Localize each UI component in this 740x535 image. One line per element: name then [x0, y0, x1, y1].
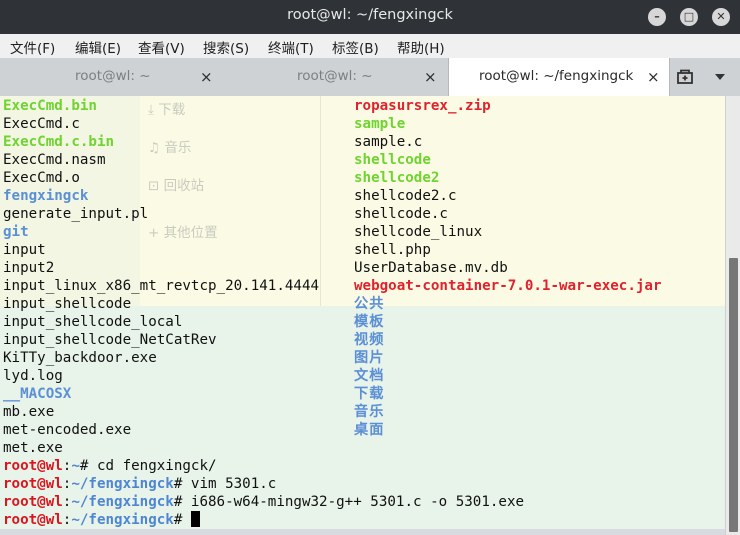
tab-close-icon[interactable]: ×	[424, 68, 437, 86]
prompt-command: vim 5301.c	[182, 476, 277, 492]
tab-3-active[interactable]: root@wl: ~/fengxingck ×	[448, 58, 670, 97]
ls-entry: 模板	[354, 314, 385, 330]
ls-entry: 音乐	[354, 404, 385, 420]
ls-entry: ExecCmd.bin	[3, 98, 97, 114]
ls-entry: input_shellcode	[3, 296, 132, 312]
prompt-path: ~	[71, 458, 80, 474]
ls-entry: 图片	[354, 350, 385, 366]
background-divider	[320, 96, 321, 306]
ls-entry: ExecCmd.c	[3, 116, 80, 132]
prompt-user: root@wl	[3, 458, 63, 474]
ls-entry: shellcode_linux	[354, 224, 483, 240]
tab-bar: root@wl: ~ × root@wl: ~ × root@wl: ~/fen…	[0, 58, 740, 97]
ls-entry: git	[3, 224, 29, 240]
ls-entry: UserDatabase.mv.db	[354, 260, 508, 276]
ghost-sidebar-item: + 其他位置	[148, 225, 218, 241]
tab-2[interactable]: root@wl: ~ ×	[224, 58, 448, 96]
prompt-command	[182, 512, 191, 528]
scrollbar-thumb[interactable]	[729, 258, 738, 532]
prompt-path: ~/fengxingck	[71, 476, 174, 492]
ls-entry: met.exe	[3, 440, 63, 456]
ls-entry: ropasursrex_.zip	[354, 98, 491, 114]
prompt-command: i686-w64-mingw32-g++ 5301.c -o 5301.exe	[182, 494, 525, 510]
menu-terminal[interactable]: 终端(T)	[268, 37, 314, 57]
ls-entry: 桌面	[354, 422, 385, 438]
tab-1[interactable]: root@wl: ~ ×	[0, 58, 224, 96]
ls-entry: 下载	[354, 386, 385, 402]
ls-entry: fengxingck	[3, 188, 89, 204]
ls-entry: sample.c	[354, 134, 423, 150]
menu-bar: 文件(F) 编辑(E) 查看(V) 搜索(S) 终端(T) 标签(B) 帮助(H…	[0, 34, 740, 59]
tab-label: root@wl: ~/fengxingck	[479, 68, 634, 84]
ls-entry: sample	[354, 116, 406, 132]
prompt-path: ~/fengxingck	[71, 494, 174, 510]
menu-search[interactable]: 搜索(S)	[203, 37, 249, 57]
terminal-output[interactable]: ⤓ 下载 ♫ 音乐 ⊡ 回收站 + 其他位置 ExecCmd.bin ExecC…	[0, 96, 725, 529]
ls-entry: mb.exe	[3, 404, 55, 420]
prompt-user: root@wl	[3, 476, 63, 492]
tab-close-icon[interactable]: ×	[647, 68, 660, 86]
tab-label: root@wl: ~	[297, 68, 373, 84]
minimize-icon[interactable]: –	[648, 8, 666, 26]
ls-entry: shell.php	[354, 242, 431, 258]
ls-entry: input_shellcode_NetCatRev	[3, 332, 217, 348]
prompt-path: ~/fengxingck	[71, 512, 174, 528]
ls-entry: input	[3, 242, 46, 258]
text-cursor	[190, 511, 200, 527]
ls-entry: input2	[3, 260, 55, 276]
window-titlebar: root@wl: ~/fengxingck – □ ✕	[0, 0, 740, 34]
prompt-line: root@wl:~# cd fengxingck/	[3, 457, 217, 475]
menu-file[interactable]: 文件(F)	[10, 37, 55, 57]
menu-help[interactable]: 帮助(H)	[397, 37, 445, 57]
ls-entry: KiTTy_backdoor.exe	[3, 350, 157, 366]
ls-entry: met-encoded.exe	[3, 422, 132, 438]
maximize-icon[interactable]: □	[680, 8, 698, 26]
tab-label: root@wl: ~	[75, 68, 151, 84]
ls-entry: webgoat-container-7.0.1-war-exec.jar	[354, 278, 662, 294]
prompt-line-current[interactable]: root@wl:~/fengxingck#	[3, 511, 200, 529]
dropdown-icon[interactable]	[714, 73, 726, 81]
ls-entry: ExecCmd.c.bin	[3, 134, 115, 150]
ghost-sidebar-item: ⤓ 下载	[148, 102, 186, 118]
prompt-user: root@wl	[3, 512, 63, 528]
tab-close-icon[interactable]: ×	[200, 68, 213, 86]
ls-entry: generate_input.pl	[3, 206, 149, 222]
prompt-line: root@wl:~/fengxingck# i686-w64-mingw32-g…	[3, 493, 524, 511]
ls-entry: ExecCmd.o	[3, 170, 80, 186]
ls-entry: shellcode2	[354, 170, 440, 186]
terminal-scrollbar[interactable]	[725, 96, 740, 535]
ls-entry: input_linux_x86_mt_revtcp_20.141.4444	[3, 278, 320, 294]
ls-entry: shellcode.c	[354, 206, 448, 222]
close-icon[interactable]: ✕	[712, 8, 730, 26]
prompt-line: root@wl:~/fengxingck# vim 5301.c	[3, 475, 276, 493]
ls-entry: input_shellcode_local	[3, 314, 183, 330]
ls-entry: 文档	[354, 368, 385, 384]
ls-entry: __MACOSX	[3, 386, 72, 402]
ls-entry: 视频	[354, 332, 385, 348]
ls-entry: shellcode	[354, 152, 431, 168]
ls-entry: lyd.log	[3, 368, 63, 384]
ls-entry: ExecCmd.nasm	[3, 152, 106, 168]
menu-view[interactable]: 查看(V)	[138, 37, 185, 57]
window-bottom-edge	[0, 529, 725, 535]
new-tab-icon[interactable]	[677, 69, 695, 85]
menu-edit[interactable]: 编辑(E)	[75, 37, 121, 57]
ls-entry: 公共	[354, 296, 385, 312]
ls-entry: shellcode2.c	[354, 188, 457, 204]
menu-tabs[interactable]: 标签(B)	[332, 37, 379, 57]
prompt-command: cd fengxingck/	[88, 458, 217, 474]
ghost-sidebar-item: ⊡ 回收站	[148, 178, 205, 194]
prompt-user: root@wl	[3, 494, 63, 510]
window-title: root@wl: ~/fengxingck	[287, 7, 453, 23]
ghost-sidebar-item: ♫ 音乐	[148, 140, 192, 156]
